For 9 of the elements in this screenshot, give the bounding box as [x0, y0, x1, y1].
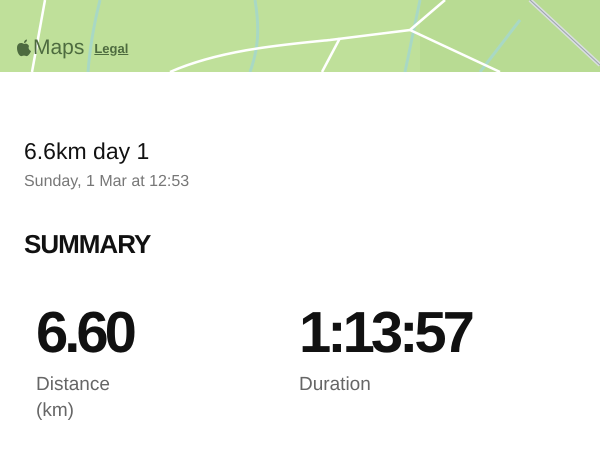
legal-link[interactable]: Legal: [94, 40, 128, 56]
workout-title: 6.6km day 1: [24, 138, 150, 165]
stat-label: Duration: [299, 373, 371, 397]
section-heading: SUMMARY: [24, 229, 152, 260]
stat-value: 1:13:57: [299, 304, 471, 362]
stat-label: Distance (km): [36, 373, 111, 423]
workout-date: Sunday, 1 Mar at 12:53: [24, 173, 190, 191]
logo-icon: [16, 39, 32, 57]
stat-value: 6.60: [36, 304, 133, 362]
